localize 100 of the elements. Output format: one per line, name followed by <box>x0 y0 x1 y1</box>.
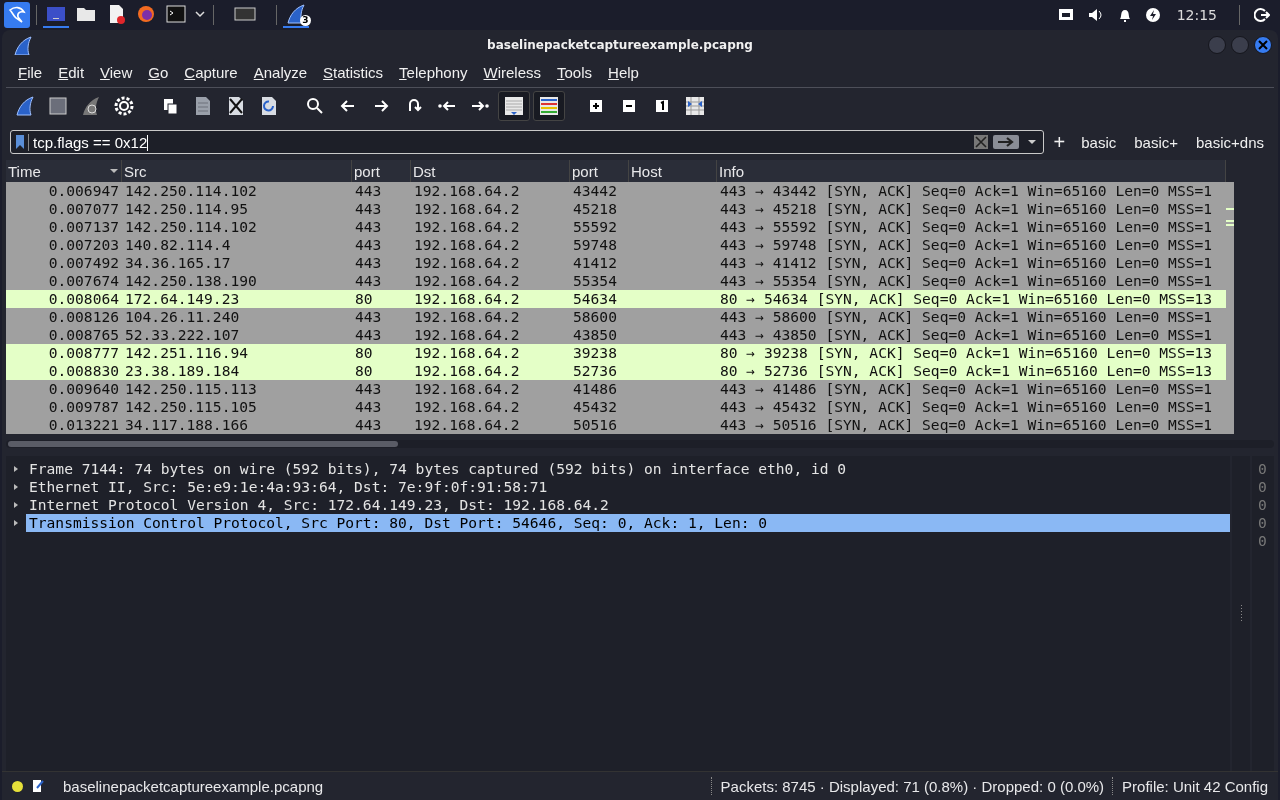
table-cell-text: 55592 <box>572 218 618 236</box>
packet-row[interactable]: 0.008777 142.251.116.94 80 192.168.64.2 39238 80 → 39238 [SYN, ACK] Seq=0 Ack=1 Win=65160 Len=0 MSS=13 <box>6 344 1226 362</box>
horizontal-scrollbar[interactable] <box>6 440 1274 448</box>
window-thumbnail-icon <box>234 6 256 21</box>
bookmark-icon[interactable] <box>15 134 25 150</box>
square-icon <box>47 95 69 117</box>
table-cell-text: 443 → 45432 [SYN, ACK] Seq=0 Ack=1 Win=65160 Len=0 MSS=1 <box>719 398 1214 416</box>
packet-row[interactable]: 0.007492 34.36.165.17 443 192.168.64.2 41412 443 → 41412 [SYN, ACK] Seq=0 Ack=1 Win=65160 Len=0 MSS=1 <box>6 254 1226 272</box>
table-cell-text: 58600 <box>572 308 618 326</box>
table-cell-text: 80 <box>354 344 374 362</box>
table-cell-text: 80 → 52736 [SYN, ACK] Seq=0 Ack=1 Win=65160 Len=0 MSS=13 <box>719 362 1214 380</box>
table-cell-text: 192.168.64.2 <box>413 362 521 380</box>
menu-item[interactable]: Wireless <box>475 62 550 83</box>
table-cell-text: 443 <box>354 416 383 434</box>
table-cell-text: 39238 <box>572 344 618 362</box>
profile-label[interactable]: Profile: Unit 42 Config <box>1122 777 1268 795</box>
table-cell-text: 0.008777 <box>47 344 120 362</box>
table-cell-text: 34.36.165.17 <box>124 254 232 272</box>
table-cell-text: 0.007203 <box>47 236 120 254</box>
toolbar-button[interactable] <box>498 91 530 121</box>
packet-row[interactable]: 0.013221 34.117.188.166 443 192.168.64.2 50516 443 → 50516 [SYN, ACK] Seq=0 Ack=1 Win=65160 Len=0 MSS=1 <box>6 416 1226 434</box>
gear-icon <box>113 95 135 117</box>
menu-item[interactable]: Statistics <box>315 62 392 83</box>
table-cell-text: 0.008064 <box>47 290 120 308</box>
table-cell-text: 443 → 58600 [SYN, ACK] Seq=0 Ack=1 Win=65160 Len=0 MSS=1 <box>719 308 1214 326</box>
table-cell-text: 192.168.64.2 <box>413 200 521 218</box>
table-cell-text: 443 → 41412 [SYN, ACK] Seq=0 Ack=1 Win=65160 Len=0 MSS=1 <box>719 254 1214 272</box>
start-menu-button[interactable] <box>4 1 30 28</box>
expand-arrow-icon[interactable] <box>12 483 20 491</box>
menu-item[interactable]: Edit <box>50 62 93 83</box>
volume-icon[interactable] <box>1086 6 1105 23</box>
table-cell-text: 192.168.64.2 <box>413 254 521 272</box>
add-filter-button[interactable]: + <box>1049 132 1070 152</box>
table-cell-text: 142.250.138.190 <box>124 272 258 290</box>
table-cell-text: 0.008830 <box>47 362 120 380</box>
tree-item[interactable]: Transmission Control Protocol, Src Port: 80, Dst Port: 54646, Seq: 0, Ack: 1, Len: 0 <box>26 514 1230 532</box>
filter-field[interactable]: tcp.flags == 0x12 <box>10 130 1044 154</box>
menu-item[interactable]: Go <box>140 62 177 83</box>
filter-button[interactable]: basic+dns <box>1190 133 1270 151</box>
hex-byte: 0 <box>1257 532 1268 550</box>
expand-arrow-icon[interactable] <box>12 465 20 473</box>
packet-row[interactable]: 0.009787 142.250.115.105 443 192.168.64.2 45432 443 → 45432 [SYN, ACK] Seq=0 Ack=1 Win=65160 Len=0 MSS=1 <box>6 398 1226 416</box>
menu-item[interactable]: View <box>92 62 141 83</box>
menu-item[interactable]: Analyze <box>245 62 316 83</box>
network-icon[interactable] <box>1056 6 1075 23</box>
logout-icon[interactable] <box>1254 6 1270 23</box>
table-cell-text: 45218 <box>572 200 618 218</box>
table-cell-text: 443 <box>354 236 383 254</box>
expand-arrow-icon[interactable] <box>12 501 20 509</box>
menu-item[interactable]: File <box>10 62 51 83</box>
file-name: baselinepacketcaptureexample.pcapng <box>63 777 325 795</box>
table-cell-text: 443 <box>354 398 383 416</box>
taskbar-app[interactable]: 3 <box>283 1 309 28</box>
table-cell-text: 443 → 41486 [SYN, ACK] Seq=0 Ack=1 Win=65160 Len=0 MSS=1 <box>719 380 1214 398</box>
filter-button[interactable]: basic <box>1075 133 1123 151</box>
expand-arrow-icon[interactable] <box>12 519 20 527</box>
table-cell-text: 80 <box>354 290 374 308</box>
packet-row[interactable]: 0.007137 142.250.114.102 443 192.168.64.2 55592 443 → 55592 [SYN, ACK] Seq=0 Ack=1 Win=65160 Len=0 MSS=1 <box>6 218 1226 236</box>
tree-item[interactable]: Frame 7144: 74 bytes on wire (592 bits), 74 bytes captured (592 bits) on interface eth0, id 0 <box>26 460 1230 478</box>
packet-row[interactable]: 0.006947 142.250.114.102 443 192.168.64.2 43442 443 → 43442 [SYN, ACK] Seq=0 Ack=1 Win=65160 Len=0 MSS=1 <box>6 182 1226 200</box>
tree-item[interactable]: Internet Protocol Version 4, Src: 172.64.149.23, Dst: 192.168.64.2 <box>26 496 1230 514</box>
toolbar-button[interactable] <box>533 91 565 121</box>
packet-row[interactable]: 0.008064 172.64.149.23 80 192.168.64.2 54634 80 → 54634 [SYN, ACK] Seq=0 Ack=1 Win=65160 Len=0 MSS=13 <box>6 290 1226 308</box>
table-cell-text: 443 → 45218 [SYN, ACK] Seq=0 Ack=1 Win=65160 Len=0 MSS=1 <box>719 200 1214 218</box>
packet-row[interactable]: 0.008126 104.26.11.240 443 192.168.64.2 58600 443 → 58600 [SYN, ACK] Seq=0 Ack=1 Win=65160 Len=0 MSS=1 <box>6 308 1226 326</box>
clear-icon[interactable] <box>972 134 989 150</box>
packet-row[interactable]: 0.007077 142.250.114.95 443 192.168.64.2 45218 443 → 45218 [SYN, ACK] Seq=0 Ack=1 Win=65160 Len=0 MSS=1 <box>6 200 1226 218</box>
table-cell-text: 142.250.115.113 <box>124 380 258 398</box>
splitter-handle-icon[interactable] <box>1239 604 1243 623</box>
table-cell-text: 192.168.64.2 <box>413 416 521 434</box>
hex-byte: 0 <box>1257 496 1268 514</box>
table-cell-text: 54634 <box>572 290 618 308</box>
filter-button[interactable]: basic+ <box>1128 133 1185 151</box>
menu-item[interactable]: Tools <box>549 62 601 83</box>
edit-comment-icon[interactable] <box>31 778 45 794</box>
packet-row[interactable]: 0.007203 140.82.114.4 443 192.168.64.2 59748 443 → 59748 [SYN, ACK] Seq=0 Ack=1 Win=65160 Len=0 MSS=1 <box>6 236 1226 254</box>
dropdown-caret-icon[interactable] <box>1026 139 1037 145</box>
table-cell-text: 50516 <box>572 416 618 434</box>
close-button[interactable] <box>1254 36 1272 54</box>
table-cell-text: 142.251.116.94 <box>124 344 249 362</box>
power-icon[interactable] <box>1144 6 1161 23</box>
table-cell-text: 192.168.64.2 <box>413 398 521 416</box>
table-cell-text: 192.168.64.2 <box>413 182 521 200</box>
packet-row[interactable]: 0.007674 142.250.138.190 443 192.168.64.2 55354 443 → 55354 [SYN, ACK] Seq=0 Ack=1 Win=65160 Len=0 MSS=1 <box>6 272 1226 290</box>
terminal-icon <box>165 2 187 25</box>
packet-row[interactable]: 0.009640 142.250.115.113 443 192.168.64.2 41486 443 → 41486 [SYN, ACK] Seq=0 Ack=1 Win=65160 Len=0 MSS=1 <box>6 380 1226 398</box>
table-cell-text: 41486 <box>572 380 618 398</box>
menu-item[interactable]: Telephony <box>391 62 476 83</box>
shark-fin-icon <box>14 95 36 117</box>
table-cell-text: 45432 <box>572 398 618 416</box>
packet-row[interactable]: 0.008765 52.33.222.107 443 192.168.64.2 43850 443 → 43850 [SYN, ACK] Seq=0 Ack=1 Win=65160 Len=0 MSS=1 <box>6 326 1226 344</box>
tree-item[interactable]: Ethernet II, Src: 5e:e9:1e:4a:93:64, Dst: 7e:9f:0f:91:58:71 <box>26 478 1230 496</box>
packet-row[interactable]: 0.008830 23.38.189.184 80 192.168.64.2 52736 80 → 52736 [SYN, ACK] Seq=0 Ack=1 Win=65160 Len=0 MSS=13 <box>6 362 1226 380</box>
status-indicator-icon[interactable] <box>12 780 23 792</box>
table-cell-text: 443 → 55592 [SYN, ACK] Seq=0 Ack=1 Win=65160 Len=0 MSS=1 <box>719 218 1214 236</box>
menu-item[interactable]: Help <box>600 62 647 83</box>
packet-counts: Packets: 8745 · Displayed: 71 (0.8%) · Dropped: 0 (0.0%) <box>720 777 1105 795</box>
chevron-icon <box>195 9 205 18</box>
resize-columns-icon <box>684 95 706 117</box>
menu-item[interactable]: Capture <box>176 62 246 83</box>
